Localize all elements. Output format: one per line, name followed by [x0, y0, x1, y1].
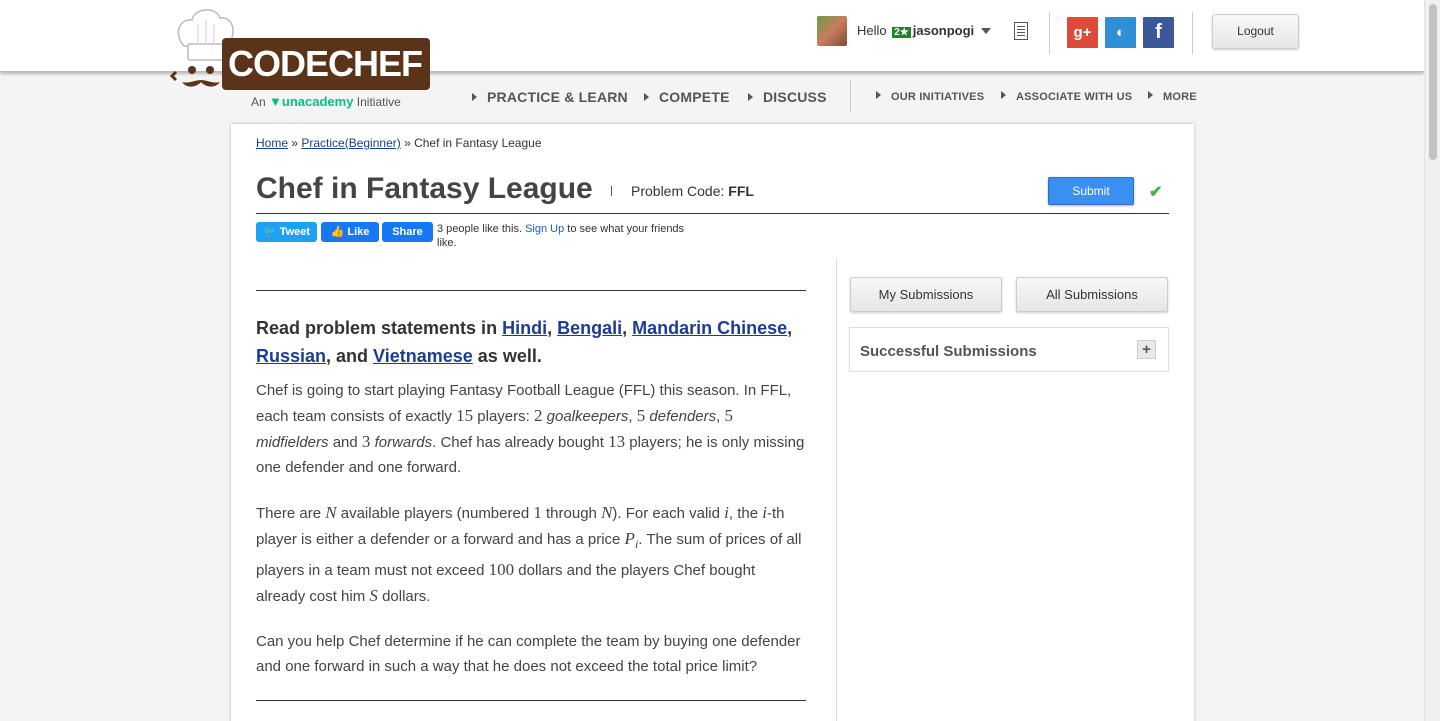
- lang-bengali[interactable]: Bengali: [557, 318, 622, 338]
- my-submissions-button[interactable]: My Submissions: [850, 277, 1002, 312]
- username: jasonpogi: [912, 23, 975, 38]
- all-submissions-button[interactable]: All Submissions: [1016, 277, 1168, 312]
- breadcrumb-current: Chef in Fantasy League: [414, 136, 542, 150]
- nav-discuss[interactable]: DISCUSS: [748, 89, 827, 105]
- submit-button[interactable]: Submit: [1048, 177, 1134, 205]
- breadcrumb-home[interactable]: Home: [256, 136, 288, 150]
- statement-paragraph-3: Can you help Chef determine if he can co…: [256, 633, 801, 675]
- rating-badge: 2★: [892, 27, 911, 38]
- document-icon[interactable]: [1014, 22, 1028, 40]
- divider: [1192, 12, 1193, 54]
- brand-wordmark: CODECHEF: [222, 38, 431, 90]
- likes-text: 3 people like this. Sign Up to see what …: [437, 223, 685, 249]
- successful-submissions-label: Successful Submissions: [860, 343, 1037, 360]
- statement-paragraph-1: Chef is going to start playing Fantasy F…: [256, 382, 805, 476]
- solved-check-icon: ✔: [1149, 184, 1163, 201]
- signup-link[interactable]: Sign Up: [525, 223, 564, 235]
- nav-practice[interactable]: PRACTICE & LEARN: [472, 89, 628, 105]
- divider: [611, 186, 612, 196]
- tagline-suffix: Initiative: [356, 95, 401, 109]
- facebook-share-button[interactable]: Share: [382, 222, 433, 242]
- lang-russian[interactable]: Russian: [256, 346, 326, 366]
- lang-hindi[interactable]: Hindi: [502, 318, 547, 338]
- logout-button[interactable]: Logout: [1212, 14, 1299, 49]
- facebook-like-button[interactable]: 👍 Like: [321, 222, 379, 242]
- tweet-button[interactable]: 🐦 Tweet: [256, 222, 317, 242]
- nav-associate[interactable]: ASSOCIATE WITH US: [1001, 91, 1132, 103]
- user-greeting[interactable]: Hello 2★ jasonpogi: [857, 23, 974, 38]
- breadcrumb-practice[interactable]: Practice(Beginner): [301, 136, 400, 150]
- page-scrollbar[interactable]: [1424, 0, 1440, 721]
- avatar[interactable]: [817, 16, 847, 46]
- unacademy-brand: ▼unacademy: [269, 94, 354, 109]
- expand-icon[interactable]: +: [1137, 340, 1156, 359]
- google-plus-icon[interactable]: g+: [1067, 17, 1098, 48]
- facebook-icon[interactable]: f: [1143, 17, 1174, 48]
- divider: [1049, 12, 1050, 54]
- title-divider: [256, 213, 1169, 214]
- chevron-down-icon[interactable]: [981, 28, 991, 34]
- breadcrumb: Home » Practice(Beginner) » Chef in Fant…: [256, 136, 542, 150]
- language-links: Read problem statements in Hindi, Bengal…: [256, 318, 793, 366]
- nav-initiatives[interactable]: OUR INITIATIVES: [876, 91, 984, 103]
- nav-compete[interactable]: COMPETE: [644, 89, 730, 105]
- column-divider: [836, 258, 837, 721]
- nav-more[interactable]: MORE: [1148, 91, 1197, 103]
- statement-paragraph-2: There are N available players (numbered …: [256, 503, 802, 605]
- tagline: An ▼unacademy Initiative: [251, 94, 401, 109]
- lang-vietnamese[interactable]: Vietnamese: [373, 346, 473, 366]
- problem-code: Problem Code: FFL: [631, 183, 754, 199]
- section-divider: [256, 700, 806, 701]
- divider: [850, 80, 851, 112]
- section-divider: [256, 290, 806, 291]
- tagline-prefix: An: [251, 95, 266, 109]
- page-title: Chef in Fantasy League: [256, 172, 593, 205]
- problem-statement: Read problem statements in Hindi, Bengal…: [256, 314, 806, 679]
- codechef-logo[interactable]: CODECHEF An ▼unacademy Initiative: [170, 4, 432, 112]
- hello-text: Hello: [857, 23, 887, 38]
- github-icon[interactable]: ◐: [1105, 17, 1136, 48]
- problem-panel: Home » Practice(Beginner) » Chef in Fant…: [231, 124, 1194, 721]
- successful-submissions-panel[interactable]: Successful Submissions +: [849, 327, 1169, 372]
- scrollbar-thumb[interactable]: [1429, 4, 1437, 160]
- lang-mandarin[interactable]: Mandarin Chinese: [632, 318, 787, 338]
